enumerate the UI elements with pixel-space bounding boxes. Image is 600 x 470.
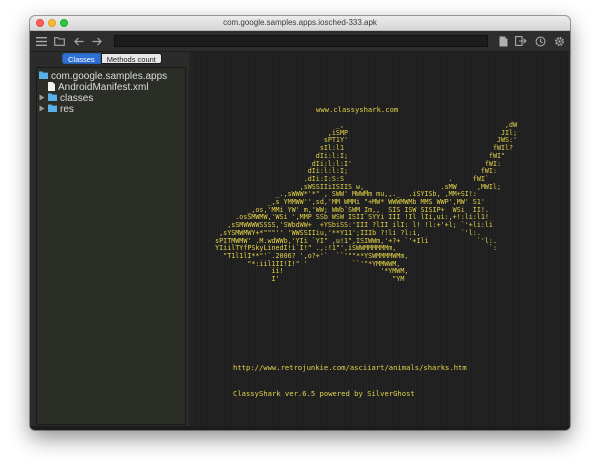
folder-icon	[48, 93, 57, 104]
file-icon	[48, 81, 55, 94]
app-window: com.google.samples.apps.iosched-333.apk	[30, 16, 570, 430]
tree-item-res[interactable]: res	[39, 104, 74, 115]
tree-item-label: AndroidManifest.xml	[58, 82, 149, 93]
credit-url: http://www.retrojunkie.com/asciiart/anim…	[233, 363, 467, 372]
expand-arrow-icon[interactable]	[39, 104, 45, 115]
class-tree[interactable]: com.google.samples.apps AndroidManifest.…	[36, 67, 186, 425]
folder-open-icon[interactable]	[52, 34, 66, 48]
toolbar	[30, 31, 570, 52]
window-title: com.google.samples.apps.iosched-333.apk	[223, 18, 377, 27]
expand-arrow-icon[interactable]	[39, 93, 45, 104]
title-bar[interactable]: com.google.samples.apps.iosched-333.apk	[30, 16, 570, 31]
export-icon[interactable]	[514, 34, 528, 48]
tree-item-manifest[interactable]: AndroidManifest.xml	[48, 81, 149, 94]
shark-ascii-art: _, ,dW ,iSMP JIl; sPT1Y' JWS:' sIl:l1 fW…	[215, 121, 518, 284]
window-bottom-edge	[30, 426, 570, 430]
tree-root-label: com.google.samples.apps	[51, 71, 168, 82]
forward-arrow-icon[interactable]	[90, 34, 104, 48]
view-tabs: Classes Methods count	[62, 53, 162, 64]
folder-icon	[48, 104, 57, 115]
tab-methods-count[interactable]: Methods count	[100, 53, 162, 64]
menu-icon[interactable]	[34, 34, 48, 48]
folder-open-icon	[39, 71, 48, 82]
content-panel[interactable]: www.classyshark.com _, ,dW ,iSMP JIl; sP…	[193, 52, 569, 426]
site-url: www.classyshark.com	[316, 105, 399, 114]
settings-icon[interactable]	[552, 34, 566, 48]
tree-item-label: res	[60, 104, 74, 115]
history-icon[interactable]	[533, 34, 547, 48]
document-icon[interactable]	[496, 34, 510, 48]
back-arrow-icon[interactable]	[72, 34, 86, 48]
left-panel: Classes Methods count com.google.samples…	[34, 52, 188, 430]
tree-item-classes[interactable]: classes	[39, 93, 93, 104]
tree-root[interactable]: com.google.samples.apps	[39, 71, 167, 82]
tree-item-label: classes	[60, 93, 94, 104]
version-footer: ClassyShark ver.6.5 powered by SilverGho…	[233, 389, 415, 398]
tab-classes[interactable]: Classes	[62, 53, 101, 64]
search-input[interactable]	[114, 35, 488, 47]
